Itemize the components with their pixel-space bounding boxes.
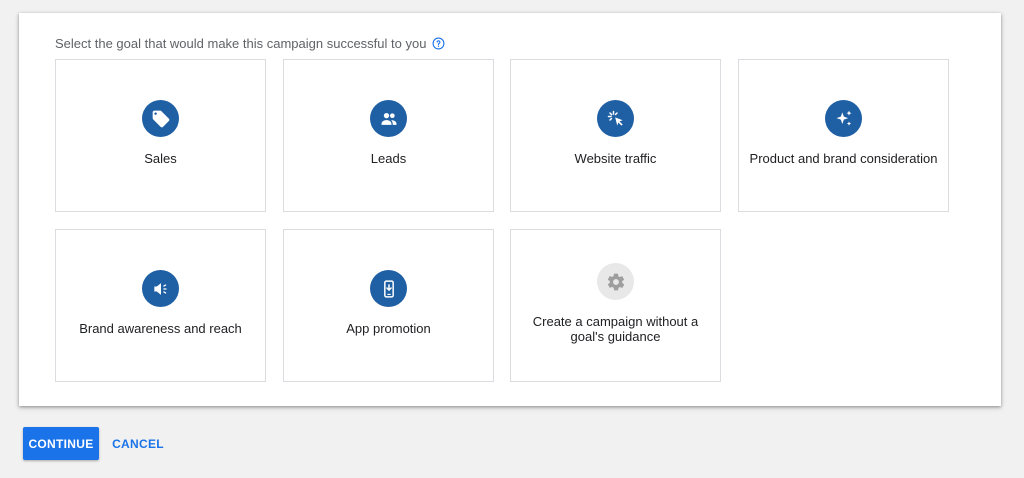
people-icon bbox=[370, 100, 407, 137]
phone-download-icon bbox=[370, 270, 407, 307]
question-circle-icon[interactable] bbox=[432, 37, 445, 50]
goal-prompt: Select the goal that would make this cam… bbox=[55, 36, 445, 51]
goal-label: Website traffic bbox=[574, 151, 657, 166]
goal-prompt-text: Select the goal that would make this cam… bbox=[55, 36, 427, 51]
goal-label: App promotion bbox=[346, 321, 431, 336]
cancel-button[interactable]: CANCEL bbox=[106, 427, 170, 460]
tag-icon bbox=[142, 100, 179, 137]
goal-tile-sales[interactable]: Sales bbox=[55, 59, 266, 212]
goal-label: Brand awareness and reach bbox=[79, 321, 242, 336]
goal-label: Sales bbox=[144, 151, 177, 166]
goal-tile-no-guidance[interactable]: Create a campaign without a goal's guida… bbox=[510, 229, 721, 382]
goal-label: Product and brand consideration bbox=[749, 151, 938, 166]
goal-label: Create a campaign without a goal's guida… bbox=[532, 314, 699, 344]
goal-selection-card: Select the goal that would make this cam… bbox=[19, 13, 1001, 406]
goal-label: Leads bbox=[370, 151, 407, 166]
gear-icon bbox=[597, 263, 634, 300]
goal-tile-product-brand-consideration[interactable]: Product and brand consideration bbox=[738, 59, 949, 212]
megaphone-icon bbox=[142, 270, 179, 307]
cursor-click-icon bbox=[597, 100, 634, 137]
goal-tile-leads[interactable]: Leads bbox=[283, 59, 494, 212]
goal-tile-brand-awareness[interactable]: Brand awareness and reach bbox=[55, 229, 266, 382]
goal-tile-website-traffic[interactable]: Website traffic bbox=[510, 59, 721, 212]
continue-button[interactable]: CONTINUE bbox=[23, 427, 99, 460]
goal-tile-app-promotion[interactable]: App promotion bbox=[283, 229, 494, 382]
sparkle-icon bbox=[825, 100, 862, 137]
